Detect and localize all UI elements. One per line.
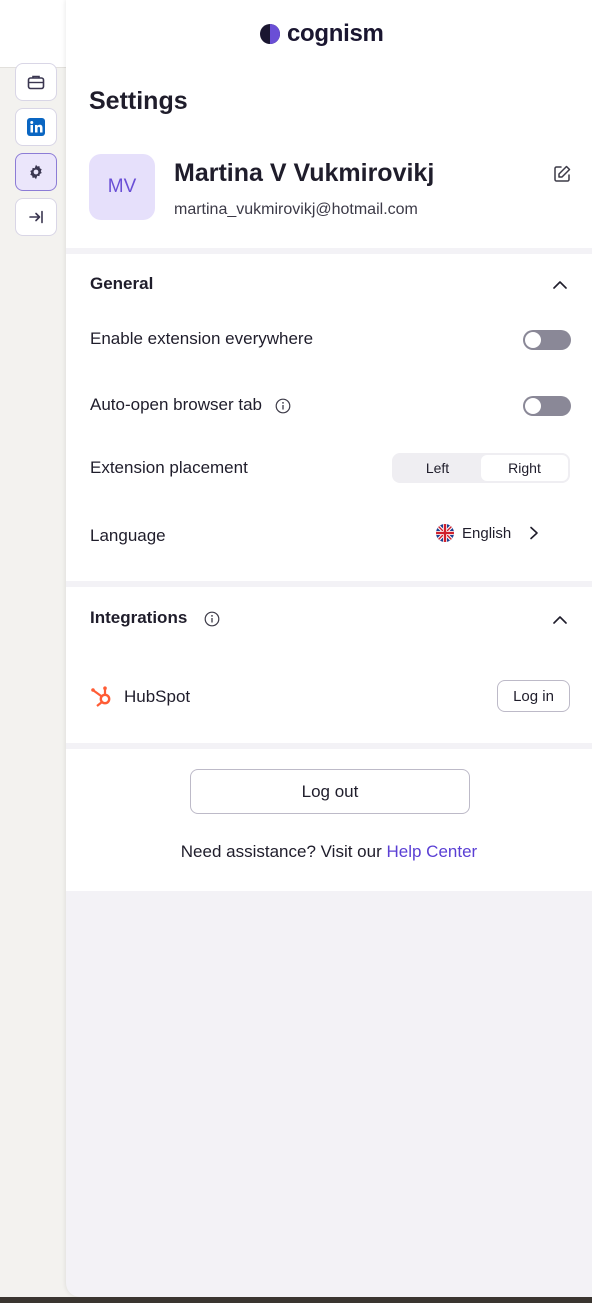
profile-section: cognism Settings MV Martina V Vukmirovik… bbox=[66, 0, 592, 248]
settings-panel: cognism Settings MV Martina V Vukmirovik… bbox=[66, 0, 592, 1297]
assistance-label: Need assistance? Visit our bbox=[180, 842, 382, 861]
chevron-up-icon bbox=[553, 615, 567, 624]
logo-text: cognism bbox=[287, 20, 384, 47]
avatar: MV bbox=[89, 154, 155, 220]
footer-section: Log out Need assistance? Visit our Help … bbox=[66, 749, 592, 891]
window-bottom-edge bbox=[0, 1297, 592, 1303]
placement-segmented-control: Left Right bbox=[392, 453, 570, 483]
logout-button[interactable]: Log out bbox=[190, 769, 470, 814]
gear-icon bbox=[30, 164, 42, 180]
chevron-up-icon bbox=[553, 280, 567, 289]
uk-flag-icon bbox=[436, 524, 454, 542]
info-icon[interactable] bbox=[275, 398, 291, 414]
collapse-panel-button[interactable] bbox=[15, 198, 57, 236]
extension-toolbar bbox=[15, 63, 57, 236]
enable-everywhere-toggle[interactable] bbox=[523, 330, 571, 350]
user-name: Martina V Vukmirovikj bbox=[174, 159, 435, 187]
linkedin-button[interactable] bbox=[15, 108, 57, 146]
toggle-knob bbox=[525, 398, 541, 414]
auto-open-toggle[interactable] bbox=[523, 396, 571, 416]
edit-profile-button[interactable] bbox=[550, 162, 574, 186]
language-value: English bbox=[462, 524, 512, 542]
edit-icon bbox=[554, 165, 571, 182]
language-label: Language bbox=[90, 526, 166, 545]
placement-label: Extension placement bbox=[90, 458, 248, 477]
linkedin-icon bbox=[27, 118, 45, 136]
cognism-logo-icon bbox=[260, 24, 280, 44]
integrations-title: Integrations bbox=[90, 608, 188, 627]
general-collapse-button[interactable] bbox=[550, 274, 570, 294]
auto-open-label: Auto-open browser tab bbox=[90, 395, 262, 414]
cognism-logo: cognism bbox=[259, 20, 384, 48]
host-page-header bbox=[0, 0, 66, 68]
hubspot-login-button[interactable]: Log in bbox=[497, 680, 570, 712]
hubspot-icon bbox=[91, 686, 111, 707]
assistance-text: Need assistance? Visit our Help Center bbox=[66, 842, 592, 862]
placement-left-option[interactable]: Left bbox=[394, 455, 481, 481]
toggle-knob bbox=[525, 332, 541, 348]
chevron-right-icon bbox=[530, 526, 539, 540]
info-icon[interactable] bbox=[204, 611, 220, 627]
page-title: Settings bbox=[89, 87, 188, 115]
briefcase-icon bbox=[27, 75, 45, 90]
auto-open-row: Auto-open browser tab bbox=[90, 395, 291, 415]
integrations-section: Integrations HubSpot Log in bbox=[66, 587, 592, 743]
integrations-title-row: Integrations bbox=[90, 608, 220, 628]
briefcase-button[interactable] bbox=[15, 63, 57, 101]
language-selector[interactable]: English bbox=[436, 524, 539, 542]
settings-button[interactable] bbox=[15, 153, 57, 191]
user-email: martina_vukmirovikj@hotmail.com bbox=[174, 201, 418, 218]
collapse-right-icon bbox=[29, 210, 43, 224]
hubspot-integration: HubSpot bbox=[90, 685, 190, 709]
general-title: General bbox=[90, 274, 154, 293]
integrations-collapse-button[interactable] bbox=[550, 609, 570, 629]
placement-right-option[interactable]: Right bbox=[481, 455, 568, 481]
hubspot-label: HubSpot bbox=[124, 687, 191, 706]
enable-everywhere-label: Enable extension everywhere bbox=[90, 329, 314, 348]
help-center-link[interactable]: Help Center bbox=[386, 842, 477, 861]
general-section: General Enable extension everywhere Auto… bbox=[66, 254, 592, 581]
